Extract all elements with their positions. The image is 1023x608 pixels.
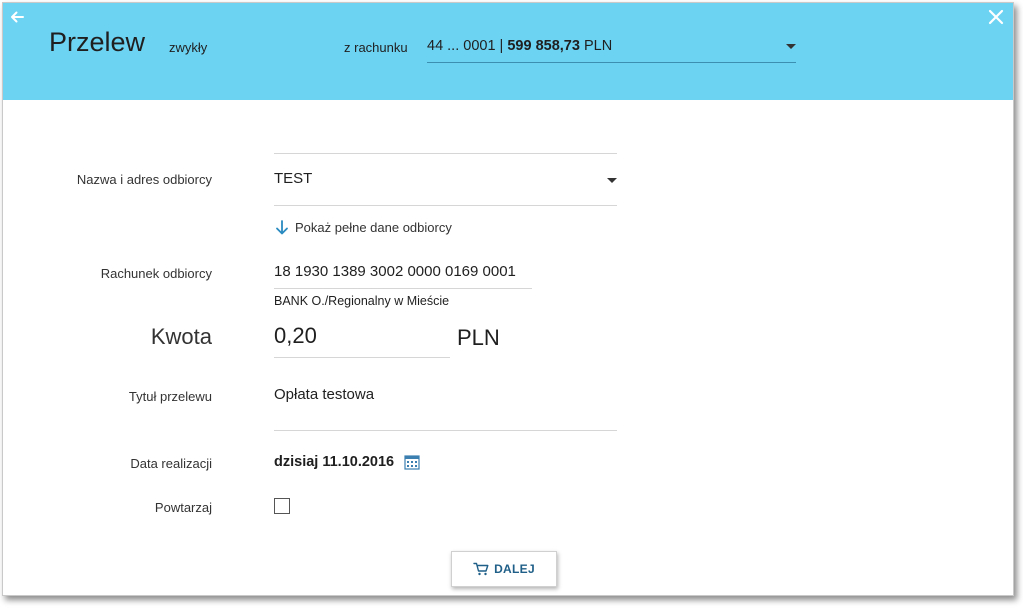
transfer-type-label: zwykły	[169, 40, 208, 55]
amount-input[interactable]: 0,20	[274, 323, 450, 358]
close-icon[interactable]	[987, 8, 1005, 26]
from-account-number: 44 ... 0001 |	[427, 38, 508, 54]
recipient-value: TEST	[274, 170, 313, 187]
repeat-checkbox[interactable]	[274, 498, 290, 514]
date-label: Data realizacji	[130, 456, 212, 471]
show-full-recipient-label: Pokaż pełne dane odbiorcy	[295, 220, 452, 235]
next-button[interactable]: DALEJ	[451, 551, 557, 587]
page-title: Przelew	[49, 27, 146, 57]
chevron-down-icon	[607, 178, 617, 183]
transfer-dialog: Przelew zwykły z rachunku 44 ... 0001 | …	[2, 2, 1014, 596]
transfer-title-input[interactable]: Opłata testowa	[274, 386, 617, 431]
back-arrow-icon[interactable]	[7, 7, 27, 27]
cart-icon	[473, 562, 489, 576]
from-account-label: z rachunku	[344, 40, 408, 55]
show-full-recipient-link[interactable]: Pokaż pełne dane odbiorcy	[275, 220, 452, 235]
bank-name: BANK O./Regionalny w Mieście	[274, 294, 450, 308]
transfer-title-value: Opłata testowa	[274, 386, 375, 403]
next-button-label: DALEJ	[494, 562, 535, 576]
amount-value: 0,20	[274, 323, 317, 348]
chevron-down-icon	[786, 44, 796, 49]
from-account-currency: PLN	[579, 38, 613, 54]
arrow-down-icon	[276, 220, 288, 235]
dialog-header: Przelew zwykły z rachunku 44 ... 0001 | …	[3, 3, 1013, 100]
from-account-balance: 599 858,73	[507, 38, 580, 54]
amount-label: Kwota	[150, 324, 212, 349]
recipient-account-value: 18 1930 1389 3002 0000 0169 0001	[274, 263, 516, 280]
currency-label: PLN	[457, 325, 500, 350]
repeat-label: Powtarzaj	[154, 500, 212, 515]
recipient-account-field[interactable]: 18 1930 1389 3002 0000 0169 0001	[274, 263, 532, 289]
transfer-title-label: Tytuł przelewu	[128, 389, 212, 404]
from-account-select[interactable]: 44 ... 0001 | 599 858,73 PLN	[427, 33, 796, 63]
date-value: dzisiaj 11.10.2016	[274, 454, 395, 470]
recipient-select[interactable]: TEST	[274, 153, 617, 206]
calendar-icon[interactable]	[404, 454, 420, 470]
account-label: Rachunek odbiorcy	[100, 266, 212, 281]
recipient-label: Nazwa i adres odbiorcy	[76, 172, 212, 187]
